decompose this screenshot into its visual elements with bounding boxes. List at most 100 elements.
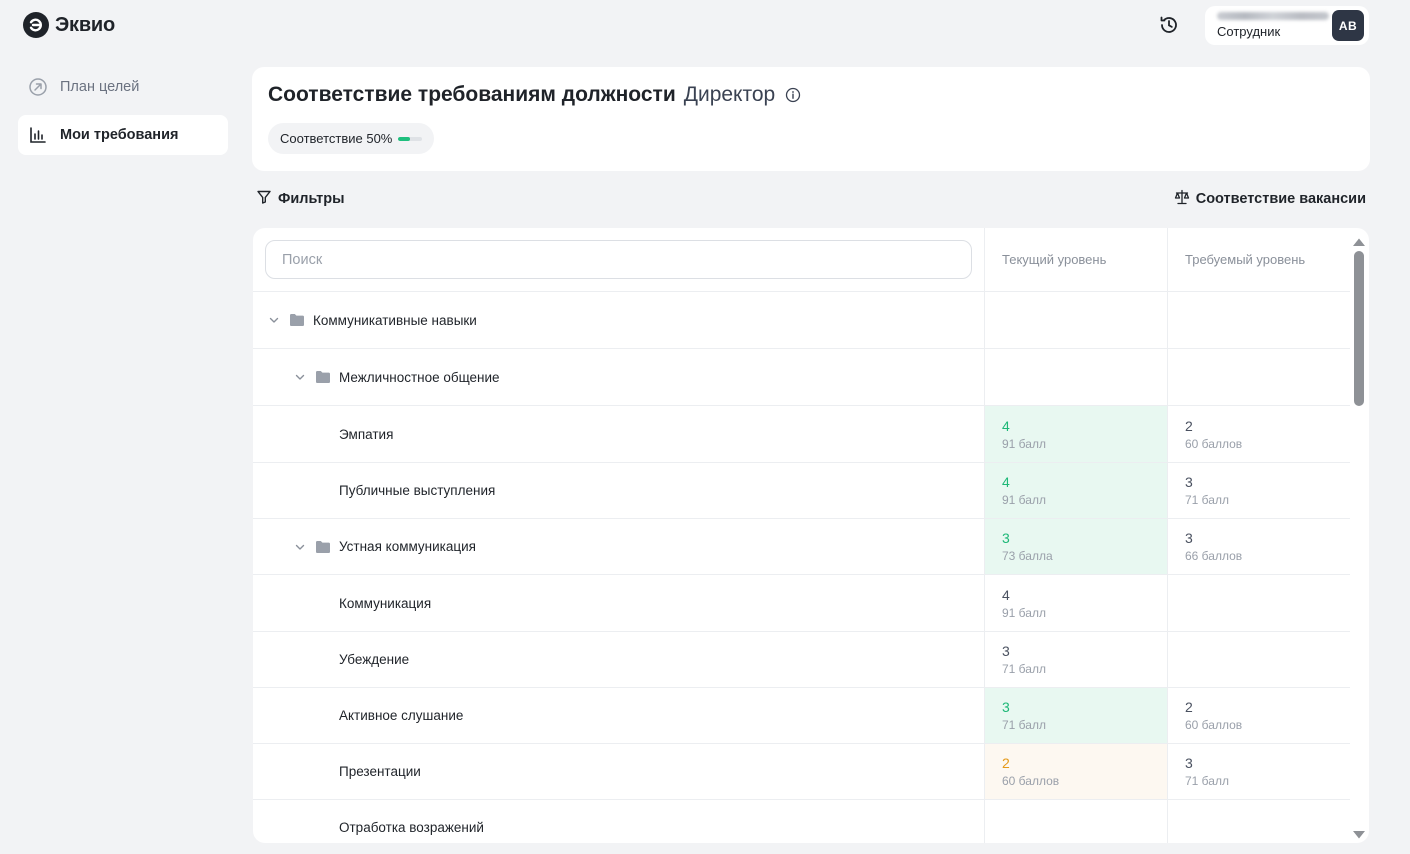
history-icon[interactable] <box>1157 13 1181 37</box>
table-row-group[interactable]: Межличностное общение <box>253 349 1350 406</box>
current-level-points: 91 балл <box>1002 605 1046 620</box>
table-row[interactable]: Убеждение 3 71 балл <box>253 632 1350 688</box>
current-level-points: 73 балла <box>1002 549 1053 563</box>
competency-name: Убеждение <box>339 652 410 667</box>
folder-icon <box>315 370 331 384</box>
current-level-points: 60 баллов <box>1002 774 1060 788</box>
user-role: Сотрудник <box>1217 24 1281 39</box>
position-name: Директор <box>683 83 776 106</box>
table-row[interactable]: Коммуникация 4 91 балл <box>253 575 1350 632</box>
current-level-value: 4 <box>1002 474 1010 490</box>
required-level-cell: 2 60 баллов <box>1167 688 1350 743</box>
current-level-cell: 4 91 балл <box>984 406 1167 462</box>
required-level-cell: 3 71 балл <box>1167 463 1350 518</box>
requirements-summary-card: Соответствие требованиям должности Дирек… <box>252 67 1370 171</box>
required-level-cell <box>1167 349 1350 405</box>
current-level-value: 3 <box>1002 530 1010 546</box>
table-row-group[interactable]: Коммуникативные навыки <box>253 292 1350 349</box>
filters-button[interactable]: Фильтры <box>256 189 344 209</box>
filters-label: Фильтры <box>278 191 345 207</box>
sidebar-item-label: Мои требования <box>60 127 179 143</box>
required-level-cell <box>1167 632 1350 687</box>
chevron-down-icon[interactable] <box>293 370 307 384</box>
competency-name: Коммуникативные навыки <box>313 312 477 328</box>
required-level-points: 71 балл <box>1185 493 1229 507</box>
current-level-value: 3 <box>1002 643 1010 659</box>
app-logo[interactable]: Эквио <box>23 12 115 38</box>
sidebar-item-label: План целей <box>60 79 140 95</box>
competency-name: Презентации <box>339 764 421 779</box>
required-level-value: 2 <box>1185 417 1193 434</box>
current-level-cell: 2 60 баллов <box>984 744 1167 799</box>
competency-name: Активное слушание <box>339 708 464 723</box>
info-icon[interactable] <box>785 87 801 103</box>
required-level-cell <box>1167 292 1350 348</box>
column-header-current-level: Текущий уровень <box>1002 252 1107 267</box>
current-level-value: 3 <box>1002 699 1010 715</box>
current-level-value: 4 <box>1002 417 1010 434</box>
scales-icon <box>1174 189 1190 209</box>
filter-icon <box>256 189 272 209</box>
table-row[interactable]: Презентации 2 60 баллов 3 71 балл <box>253 744 1350 800</box>
folder-icon <box>289 313 305 327</box>
folder-icon <box>315 540 331 554</box>
competency-name: Межличностное общение <box>339 369 500 385</box>
search-input[interactable] <box>265 240 972 279</box>
required-level-cell: 3 66 баллов <box>1167 519 1350 574</box>
chevron-down-icon[interactable] <box>293 540 307 554</box>
current-level-value: 4 <box>1002 586 1010 603</box>
avatar[interactable]: АВ <box>1332 10 1364 41</box>
required-level-cell: 3 71 балл <box>1167 744 1350 799</box>
table-row-group[interactable]: Устная коммуникация 3 73 балла 3 66 баллов <box>253 519 1350 575</box>
required-level-points: 60 баллов <box>1185 436 1243 451</box>
required-level-value: 2 <box>1185 699 1193 715</box>
competency-name: Коммуникация <box>339 595 432 611</box>
page-title: Соответствие требованиям должности <box>268 83 676 106</box>
table-row[interactable]: Отработка возражений <box>253 800 1350 843</box>
required-level-value: 3 <box>1185 755 1193 771</box>
required-level-cell <box>1167 575 1350 631</box>
scroll-up-arrow[interactable] <box>1352 234 1366 246</box>
requirements-table: Текущий уровень Требуемый уровень Коммун… <box>253 228 1369 843</box>
chevron-down-icon[interactable] <box>267 313 281 327</box>
required-level-points: 66 баллов <box>1185 549 1243 563</box>
scroll-down-arrow[interactable] <box>1352 827 1366 839</box>
app-name: Эквио <box>55 13 116 36</box>
required-level-points: 71 балл <box>1185 774 1229 788</box>
sidebar-item-goals[interactable]: План целей <box>18 67 228 107</box>
competency-name: Публичные выступления <box>339 483 496 498</box>
current-level-cell: 3 73 балла <box>984 519 1167 574</box>
table-header-row: Текущий уровень Требуемый уровень <box>253 228 1350 292</box>
required-level-cell <box>1167 800 1350 843</box>
current-level-points: 71 балл <box>1002 662 1046 676</box>
current-level-points: 91 балл <box>1002 436 1046 451</box>
sidebar-item-requirements[interactable]: Мои требования <box>18 115 228 155</box>
required-level-cell: 2 60 баллов <box>1167 406 1350 462</box>
scrollbar-thumb[interactable] <box>1354 251 1364 406</box>
current-level-points: 71 балл <box>1002 718 1046 732</box>
chart-bars-icon <box>28 125 48 145</box>
column-header-required-level: Требуемый уровень <box>1185 252 1306 267</box>
logo-mark-icon <box>23 12 49 38</box>
vacancy-match-button[interactable]: Соответствие вакансии <box>1174 189 1366 209</box>
current-level-value: 2 <box>1002 755 1010 771</box>
table-row[interactable]: Эмпатия 4 91 балл 2 60 баллов <box>253 406 1350 463</box>
required-level-value: 3 <box>1185 530 1193 546</box>
competency-name: Эмпатия <box>339 426 394 442</box>
match-badge: Соответствие 50% <box>268 123 435 154</box>
user-name-redacted <box>1217 12 1329 20</box>
table-row[interactable]: Публичные выступления 4 91 балл 3 71 балл <box>253 463 1350 519</box>
match-progress-fill <box>398 136 411 141</box>
user-menu[interactable]: Сотрудник АВ <box>1205 6 1369 45</box>
current-level-cell <box>984 292 1167 348</box>
match-label: Соответствие 50% <box>280 131 393 146</box>
match-progress-bar <box>398 136 423 141</box>
current-level-cell: 3 71 балл <box>984 688 1167 743</box>
current-level-cell: 4 91 балл <box>984 575 1167 631</box>
required-level-value: 3 <box>1185 474 1193 490</box>
current-level-points: 91 балл <box>1002 493 1046 507</box>
vacancy-match-label: Соответствие вакансии <box>1195 191 1366 207</box>
goal-arrow-icon <box>28 77 48 97</box>
table-row[interactable]: Активное слушание 3 71 балл 2 60 баллов <box>253 688 1350 744</box>
current-level-cell: 4 91 балл <box>984 463 1167 518</box>
